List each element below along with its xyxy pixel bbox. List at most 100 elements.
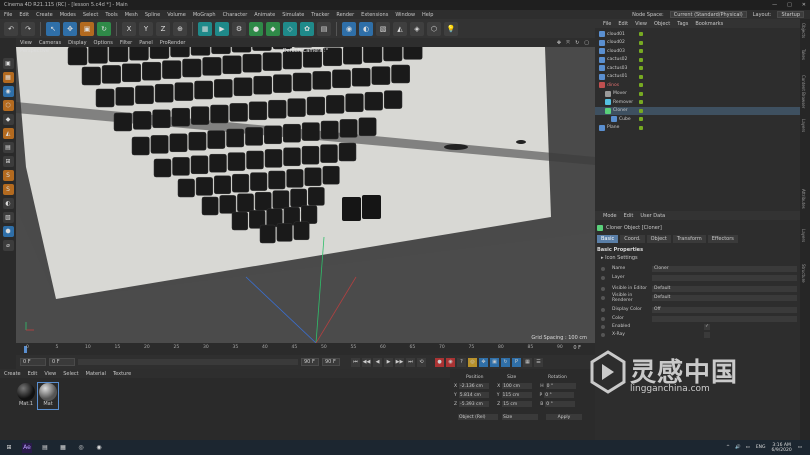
attr-tab-transform[interactable]: Transform: [672, 235, 706, 243]
pla-key-button[interactable]: ▦: [523, 357, 532, 367]
taskbar-app-icon-3[interactable]: ▦: [58, 443, 68, 453]
icon-settings-group[interactable]: ▸ Icon Settings: [601, 255, 638, 261]
right-tab-0[interactable]: Objects: [801, 23, 806, 38]
record-button[interactable]: ●: [435, 357, 444, 367]
left-tool-icon-1[interactable]: ▦: [2, 72, 14, 83]
animate-dot-icon[interactable]: [601, 295, 605, 300]
tray-icon-2[interactable]: ▭: [746, 445, 750, 450]
range-slider[interactable]: [78, 359, 298, 365]
right-tab-3[interactable]: Layers: [801, 119, 806, 132]
material-menu-texture[interactable]: Texture: [113, 371, 131, 377]
right-tab-4[interactable]: Attributes: [801, 189, 806, 209]
object-row[interactable]: Cube: [595, 115, 800, 123]
toolbar-icon-9[interactable]: ⊕: [173, 21, 187, 36]
position-x-field[interactable]: -2.136 cm: [459, 383, 490, 389]
viewport-nav-icon-3[interactable]: ▢: [584, 40, 589, 46]
keyframe-mode-button[interactable]: ◎: [468, 357, 477, 367]
object-row[interactable]: Cloner: [595, 106, 800, 115]
menu-item-spline[interactable]: Spline: [145, 12, 160, 18]
object-row[interactable]: cloud03: [595, 47, 800, 55]
toolbar-icon-11[interactable]: ▶: [215, 21, 229, 36]
toolbar-icon-24[interactable]: 💡: [444, 21, 458, 36]
taskbar-app-icon-1[interactable]: Ae: [22, 442, 32, 453]
visibility-check-icon[interactable]: [639, 40, 643, 45]
object-row[interactable]: cloud01: [595, 30, 800, 38]
transport-button-5[interactable]: ⏭: [406, 357, 415, 367]
layout-select[interactable]: Startup: [777, 11, 804, 18]
toolbar-icon-5[interactable]: ↻: [97, 21, 111, 36]
animate-dot-icon[interactable]: [601, 332, 605, 337]
material-menu-material[interactable]: Material: [86, 371, 106, 377]
3d-viewport[interactable]: Perspective Default Camera ⁝° Grid Spaci…: [16, 47, 595, 343]
toolbar-icon-15[interactable]: ◇: [283, 21, 297, 36]
visibility-check-icon[interactable]: [639, 74, 643, 79]
animate-dot-icon[interactable]: [601, 286, 605, 291]
material-menu-create[interactable]: Create: [4, 371, 21, 377]
material-menu-edit[interactable]: Edit: [28, 371, 38, 377]
menu-item-create[interactable]: Create: [36, 12, 53, 18]
animate-dot-icon[interactable]: [601, 307, 605, 312]
viewport-nav-icon-0[interactable]: ✥: [557, 40, 561, 46]
menu-item-modes[interactable]: Modes: [60, 12, 76, 18]
toolbar-icon-12[interactable]: ⚙: [232, 21, 246, 36]
animate-dot-icon[interactable]: [601, 266, 605, 271]
attr-tab-coord[interactable]: Coord.: [620, 235, 645, 243]
object-menu-view[interactable]: View: [635, 21, 647, 27]
toolbar-icon-20[interactable]: ▧: [376, 21, 390, 36]
transport-button-0[interactable]: ⏮: [351, 357, 360, 367]
viewport-menu-view[interactable]: View: [20, 40, 32, 46]
visibility-check-icon[interactable]: [639, 100, 643, 104]
maximize-button[interactable]: □: [787, 2, 792, 8]
left-tool-icon-9[interactable]: S: [2, 184, 14, 195]
position-z-field[interactable]: -5.393 cm: [459, 401, 490, 407]
left-tool-icon-8[interactable]: S: [2, 170, 14, 181]
visibility-check-icon[interactable]: [639, 32, 643, 36]
timeline-ruler[interactable]: 0 5 10 15 20 25 30 35 40 45 50 55 60 65 70 75 80 85 90 0 F: [16, 343, 595, 355]
toolbar-icon-8[interactable]: Z: [156, 21, 170, 36]
visibility-check-icon[interactable]: [639, 91, 643, 96]
toolbar-icon-17[interactable]: ▤: [317, 21, 331, 36]
scale-key-button[interactable]: ▣: [490, 357, 499, 367]
animate-dot-icon[interactable]: [601, 275, 605, 280]
rotation-h-field[interactable]: 0 °: [545, 383, 576, 389]
attr-tab-object[interactable]: Object: [646, 235, 671, 243]
autokey-button[interactable]: ◉: [446, 357, 455, 367]
viewport-nav-icon-2[interactable]: ↻: [575, 40, 579, 46]
transport-button-4[interactable]: ▶▶: [395, 357, 404, 367]
viewport-menu-cameras[interactable]: Cameras: [39, 40, 61, 46]
right-tab-1[interactable]: Takes: [801, 49, 806, 60]
animate-dot-icon[interactable]: [601, 316, 605, 321]
param-key-button[interactable]: P: [512, 357, 521, 367]
left-tool-icon-7[interactable]: ⊞: [2, 156, 14, 167]
rotate-key-button[interactable]: ↻: [501, 357, 510, 367]
size-x-field[interactable]: 100 cm: [502, 383, 533, 389]
left-tool-icon-11[interactable]: ▧: [2, 212, 14, 223]
material-menu-view[interactable]: View: [44, 371, 56, 377]
attr-menu-user-data[interactable]: User Data: [640, 213, 665, 219]
minimize-button[interactable]: —: [772, 2, 777, 8]
node-space-select[interactable]: Current (Standard/Physical): [669, 11, 747, 18]
menu-item-render[interactable]: Render: [336, 12, 354, 18]
toolbar-icon-6[interactable]: X: [122, 21, 136, 36]
visibility-check-icon[interactable]: [639, 117, 643, 121]
toolbar-icon-3[interactable]: ✥: [63, 21, 77, 36]
left-tool-icon-12[interactable]: ⬢: [2, 226, 14, 237]
toolbar-icon-14[interactable]: ◆: [266, 21, 280, 36]
viewport-menu-prorender[interactable]: ProRender: [160, 40, 186, 46]
left-tool-icon-6[interactable]: ▤: [2, 142, 14, 153]
material-manager[interactable]: Mat.1 Mat: [0, 378, 450, 440]
close-button[interactable]: ✕: [802, 2, 806, 8]
notification-icon[interactable]: ▭: [798, 445, 802, 450]
menu-item-window[interactable]: Window: [395, 12, 415, 18]
attr-menu-edit[interactable]: Edit: [624, 213, 634, 219]
menu-item-edit[interactable]: Edit: [19, 12, 29, 18]
toolbar-icon-0[interactable]: ↶: [4, 21, 18, 36]
timeline-settings-icon[interactable]: ☰: [534, 357, 543, 367]
size-z-field[interactable]: 15 cm: [502, 401, 533, 407]
menu-item-simulate[interactable]: Simulate: [282, 12, 304, 18]
toolbar-icon-21[interactable]: ◭: [393, 21, 407, 36]
attr-checkbox[interactable]: [704, 331, 710, 338]
attr-value-field[interactable]: Cloner: [652, 265, 797, 272]
right-tab-6[interactable]: Structure: [801, 264, 806, 283]
language-indicator[interactable]: ENG: [756, 445, 766, 450]
